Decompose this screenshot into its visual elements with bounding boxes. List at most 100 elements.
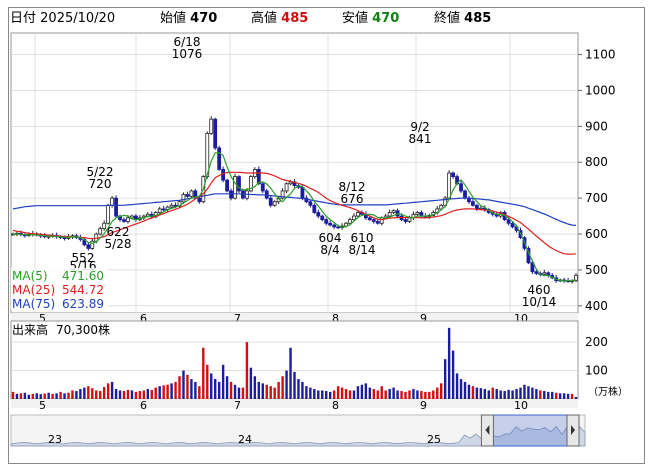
volume-bar xyxy=(277,381,280,399)
volume-bar xyxy=(408,390,411,399)
volume-bar xyxy=(281,376,284,399)
volume-bar xyxy=(325,391,328,399)
volume-bar xyxy=(289,347,292,399)
candle-body xyxy=(272,201,277,206)
volume-bar xyxy=(237,387,241,399)
price-tick-label: 800 xyxy=(585,155,608,169)
volume-bar xyxy=(186,374,189,399)
candle-body xyxy=(348,219,352,224)
volume-month-label: 7 xyxy=(234,399,241,412)
volume-bar xyxy=(388,389,391,399)
volume-bar xyxy=(328,391,332,399)
volume-bar xyxy=(558,393,562,399)
volume-bar xyxy=(31,393,35,399)
volume-bar xyxy=(47,392,50,399)
price-tick-label: 500 xyxy=(585,263,608,277)
volume-bar xyxy=(245,342,249,399)
volume-bar xyxy=(138,391,142,399)
volume-bar xyxy=(269,386,272,399)
candle-body xyxy=(185,194,190,197)
navigator-year-label: 24 xyxy=(238,433,252,446)
volume-bar xyxy=(257,381,261,399)
volume-bar xyxy=(202,347,205,399)
volume-bar xyxy=(158,386,161,399)
candle-body xyxy=(98,228,103,235)
volume-bar xyxy=(392,387,395,399)
volume-bar xyxy=(570,393,574,399)
volume-bar xyxy=(519,387,522,399)
candle-body xyxy=(157,208,162,213)
volume-bar xyxy=(273,387,276,399)
volume-bar xyxy=(447,327,451,399)
volume-bar xyxy=(285,370,288,399)
volume-bar xyxy=(487,390,490,399)
volume-bar xyxy=(372,389,376,399)
volume-bar xyxy=(83,387,86,399)
volume-bar xyxy=(253,376,257,399)
volume-bar xyxy=(511,390,514,399)
candle-body xyxy=(352,215,356,221)
price-tick-label: 1100 xyxy=(585,48,616,62)
price-tick-label: 600 xyxy=(585,227,608,241)
price-tick-label: 700 xyxy=(585,191,608,205)
candle-body xyxy=(403,219,408,222)
volume-bar xyxy=(154,387,157,399)
volume-bar xyxy=(436,387,439,399)
volume-bar xyxy=(562,393,566,399)
volume-bar xyxy=(356,386,360,399)
volume-bar xyxy=(479,388,483,399)
volume-bar xyxy=(114,389,118,399)
volume-bar xyxy=(178,376,181,399)
candle-body xyxy=(324,219,329,224)
volume-bar xyxy=(146,389,149,399)
annotation-date: 5/28 xyxy=(105,237,132,251)
volume-bar xyxy=(384,390,387,399)
candle-body xyxy=(256,169,261,185)
candle-body xyxy=(110,197,115,206)
legend-name: MA(5) xyxy=(12,269,48,283)
volume-bar xyxy=(404,391,407,399)
volume-bar xyxy=(340,387,344,399)
candle-body xyxy=(510,222,515,228)
volume-bar xyxy=(229,381,233,399)
volume-bar xyxy=(130,390,134,399)
candle-body xyxy=(308,201,313,206)
volume-bar xyxy=(206,364,209,399)
volume-bar xyxy=(301,381,304,399)
candle-body xyxy=(542,272,547,275)
volume-bar xyxy=(261,383,264,399)
volume-bar xyxy=(539,390,542,399)
volume-bar xyxy=(507,389,510,399)
candle-body xyxy=(197,197,202,203)
candle-body xyxy=(367,217,372,221)
navigator-year-label: 23 xyxy=(48,433,62,446)
candle-body xyxy=(471,201,475,206)
candle-body xyxy=(332,224,337,228)
navigator-year-label: 25 xyxy=(427,433,441,446)
legend-value: 544.72 xyxy=(62,283,104,297)
volume-bar xyxy=(554,392,558,399)
candle-body xyxy=(320,215,325,221)
candle-body xyxy=(264,190,269,199)
volume-bar xyxy=(396,390,399,399)
volume-bar xyxy=(420,391,423,399)
price-tick-label: 1000 xyxy=(585,83,616,97)
candle-body xyxy=(86,244,91,249)
volume-bar xyxy=(380,386,383,399)
volume-bar xyxy=(309,387,312,399)
volume-bar xyxy=(87,386,90,399)
volume-bar xyxy=(15,393,19,399)
volume-bar xyxy=(305,386,308,399)
volume-bar xyxy=(194,381,197,399)
volume-bar xyxy=(241,387,245,399)
volume-bar xyxy=(443,359,447,399)
volume-bar xyxy=(126,389,130,399)
volume-bar xyxy=(217,381,221,399)
volume-bar xyxy=(432,390,435,399)
candle-body xyxy=(379,217,384,224)
volume-bar xyxy=(142,390,146,399)
candle-body xyxy=(114,197,118,217)
candle-body xyxy=(169,204,174,208)
volume-bar xyxy=(336,386,340,399)
volume-bar xyxy=(162,385,165,399)
